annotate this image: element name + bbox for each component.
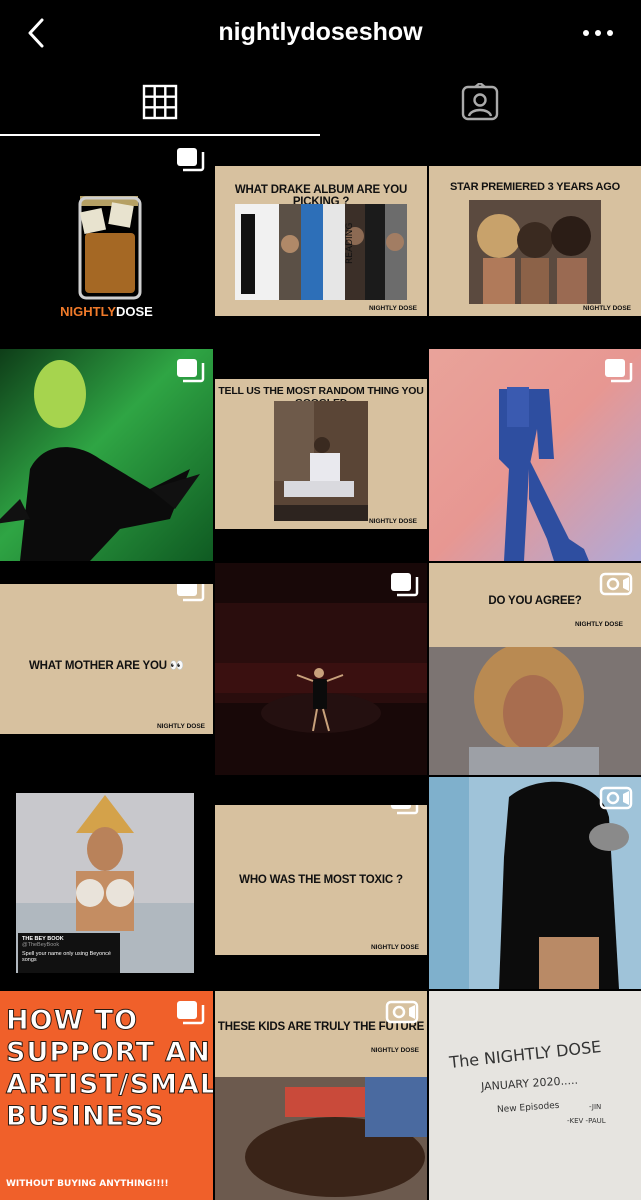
star-cast-photo	[469, 200, 601, 304]
post-tag: NIGHTLY DOSE	[368, 518, 417, 525]
post-tile-drake-album[interactable]: WHAT DRAKE ALBUM ARE YOU PICKING ? READI…	[215, 166, 427, 316]
support-line-4: BUSINESS	[5, 1101, 165, 1133]
post-title: STAR PREMIERED 3 YEARS AGO	[449, 181, 621, 193]
post-tile-blue-suit[interactable]	[429, 349, 641, 561]
post-tile-long-hair[interactable]	[429, 777, 641, 989]
post-tag: NIGHTLY DOSE	[574, 621, 623, 628]
post-tag: NIGHTLY DOSE	[156, 723, 205, 730]
video-camera-icon	[599, 786, 633, 810]
video-camera-icon	[599, 572, 633, 596]
post-tile-most-toxic[interactable]: WHO WAS THE MOST TOXIC ? NIGHTLY DOSE	[215, 805, 427, 955]
carousel-icon	[177, 1001, 205, 1025]
drake-album-covers: READING	[235, 204, 407, 300]
post-tile-whiteboard[interactable]: The NIGHTLY DOSE JANUARY 2020..... New E…	[429, 991, 641, 1200]
whiteboard-sign-1: -JIN	[589, 1103, 602, 1111]
post-tag: NIGHTLY DOSE	[370, 1047, 419, 1054]
googled-meme-photo	[274, 401, 368, 521]
post-tile-green-performer[interactable]	[0, 349, 213, 561]
post-tile-how-to-support[interactable]: HOW TO SUPPORT AN ARTIST/SMALL BUSINESS …	[0, 991, 213, 1200]
post-tag: NIGHTLY DOSE	[368, 305, 417, 312]
video-camera-icon	[385, 1000, 419, 1024]
post-title: WHAT MOTHER ARE YOU 👀	[29, 660, 184, 672]
tab-grid[interactable]	[0, 70, 320, 136]
post-tile-what-mother[interactable]: WHAT MOTHER ARE YOU 👀 NIGHTLY DOSE	[0, 584, 213, 734]
post-tile-nightly-dose-logo[interactable]: NIGHTLYDOSE	[0, 138, 213, 347]
whiteboard-episodes: New Episodes	[496, 1100, 560, 1116]
carousel-icon	[391, 805, 419, 815]
carousel-icon	[605, 359, 633, 383]
taraji-photo	[429, 647, 641, 775]
tweet-text: Spell your name only using Beyoncé songs	[22, 951, 111, 963]
profile-tabs	[0, 70, 641, 136]
more-options-icon[interactable]	[577, 16, 619, 50]
logo-text-nightly: NIGHTLY	[60, 304, 116, 319]
post-tile-bey-book[interactable]: THE BEY BOOK @TheBeyBook Spell your name…	[0, 777, 213, 989]
post-tag: NIGHTLY DOSE	[582, 305, 631, 312]
post-tile-random-googled[interactable]: TELL US THE MOST RANDOM THING YOU GOOGLE…	[215, 379, 427, 529]
support-line-2: SUPPORT AN	[5, 1037, 211, 1069]
post-title: WHO WAS THE MOST TOXIC ?	[239, 874, 403, 886]
tweet-card: THE BEY BOOK @TheBeyBook Spell your name…	[18, 933, 120, 973]
tweet-handle: @TheBeyBook	[22, 942, 60, 948]
support-line-3: ARTIST/SMALL	[5, 1069, 213, 1101]
tagged-person-icon	[461, 83, 499, 121]
carousel-icon	[177, 359, 205, 383]
profile-username: nightlydoseshow	[218, 18, 423, 46]
post-tile-do-you-agree[interactable]: DO YOU AGREE? NIGHTLY DOSE	[429, 563, 641, 775]
carousel-icon	[177, 148, 205, 172]
tab-tagged[interactable]	[320, 70, 640, 134]
carousel-icon	[177, 584, 205, 602]
post-tile-kids-future[interactable]: THESE KIDS ARE TRULY THE FUTURE NIGHTLY …	[215, 991, 427, 1200]
carousel-icon	[391, 573, 419, 597]
post-tag: NIGHTLY DOSE	[370, 944, 419, 951]
whiteboard-date: JANUARY 2020.....	[480, 1073, 579, 1094]
grid-icon	[142, 84, 178, 120]
whiteboard-sign-2: -KEV -PAUL	[567, 1117, 606, 1125]
profile-header: nightlydoseshow	[0, 0, 641, 68]
support-subtitle: WITHOUT BUYING ANYTHING!!!!	[6, 1179, 169, 1189]
post-tile-stage-dance[interactable]	[215, 563, 427, 775]
whiteboard-title: The NIGHTLY DOSE	[448, 1037, 603, 1072]
reading-cover-text: READING	[345, 223, 355, 264]
logo-text-dose: DOSE	[116, 304, 153, 319]
kids-photo	[215, 1077, 427, 1200]
post-tile-star-premiered[interactable]: STAR PREMIERED 3 YEARS AGO NIGHTLY DOSE	[429, 166, 641, 316]
